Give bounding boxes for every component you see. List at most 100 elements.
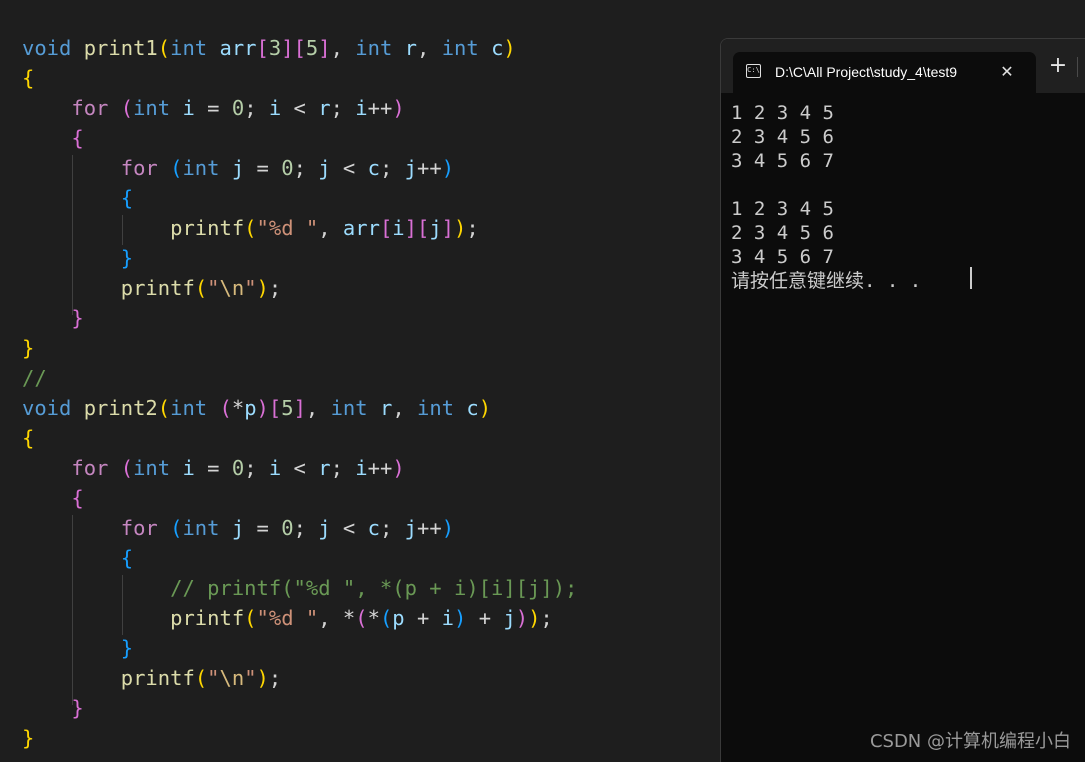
code-token: ( bbox=[120, 96, 134, 120]
code-token: [ bbox=[416, 216, 430, 240]
code-token: c bbox=[367, 156, 380, 180]
code-token: printf bbox=[170, 216, 245, 240]
code-token: } bbox=[120, 636, 134, 660]
code-token: ] bbox=[441, 216, 455, 240]
code-token: print1 bbox=[83, 36, 158, 60]
code-token: i bbox=[392, 216, 405, 240]
code-line: for (int i = 0; i < r; i++) bbox=[22, 93, 405, 123]
code-token: c bbox=[491, 36, 504, 60]
output-line: 1 2 3 4 5 bbox=[731, 198, 834, 220]
code-line: for (int j = 0; j < c; j++) bbox=[22, 153, 454, 183]
code-token: j bbox=[503, 606, 516, 630]
code-token: ) bbox=[478, 396, 492, 420]
code-token: { bbox=[22, 426, 35, 450]
code-token: , bbox=[330, 36, 356, 60]
code-line: { bbox=[22, 123, 83, 153]
code-token: , bbox=[305, 396, 331, 420]
code-token: ) bbox=[454, 216, 467, 240]
code-token: ; bbox=[379, 156, 405, 180]
code-token: < bbox=[330, 156, 368, 180]
close-tab-icon[interactable]: ✕ bbox=[995, 60, 1019, 84]
code-token: 0 bbox=[281, 516, 294, 540]
text-cursor bbox=[970, 267, 972, 289]
code-token: ) bbox=[392, 96, 405, 120]
code-token: * bbox=[367, 606, 380, 630]
code-token: ) bbox=[528, 606, 541, 630]
code-token: } bbox=[71, 696, 84, 720]
code-line: } bbox=[22, 723, 34, 753]
code-token: 5 bbox=[305, 36, 319, 60]
output-line: 3 4 5 6 7 bbox=[731, 150, 834, 172]
code-token: [ bbox=[268, 396, 282, 420]
code-token: ; bbox=[540, 606, 553, 630]
code-token: ( bbox=[194, 276, 208, 300]
terminal-window[interactable]: C:\ D:\C\All Project\study_4\test9 ✕ + 1… bbox=[720, 38, 1085, 762]
code-token: ; bbox=[379, 516, 405, 540]
code-token: int bbox=[441, 36, 479, 60]
code-token: " bbox=[207, 276, 220, 300]
code-token: ( bbox=[157, 36, 171, 60]
output-line: 2 3 4 5 6 bbox=[731, 126, 834, 148]
prompt-line: 请按任意键继续. . . bbox=[731, 270, 922, 292]
code-token: ] bbox=[281, 36, 294, 60]
code-token: = bbox=[244, 156, 282, 180]
code-token: { bbox=[22, 66, 35, 90]
code-line: // bbox=[22, 363, 47, 393]
code-line: printf("%d ", *(*(p + i) + j)); bbox=[22, 603, 553, 633]
code-token: int bbox=[170, 396, 208, 420]
code-editor[interactable]: void print1(int arr[3][5], int r, int c)… bbox=[0, 0, 720, 761]
code-token: void bbox=[22, 396, 72, 420]
code-token: i bbox=[182, 96, 195, 120]
terminal-tab[interactable]: C:\ D:\C\All Project\study_4\test9 ✕ bbox=[733, 52, 1036, 93]
code-token: , bbox=[318, 606, 343, 630]
code-token: + bbox=[404, 606, 442, 630]
code-line: void print2(int (*p)[5], int r, int c) bbox=[22, 393, 491, 423]
code-token: i bbox=[441, 606, 455, 630]
code-token: ( bbox=[170, 516, 183, 540]
code-token: for bbox=[120, 516, 158, 540]
command-prompt-icon: C:\ bbox=[746, 64, 761, 78]
code-token: [ bbox=[379, 216, 393, 240]
code-token: j bbox=[318, 516, 331, 540]
code-token: } bbox=[22, 726, 35, 750]
code-line: printf("\n"); bbox=[22, 273, 281, 303]
code-token: c bbox=[367, 516, 380, 540]
code-token: i bbox=[355, 456, 368, 480]
code-token: ; bbox=[330, 456, 356, 480]
new-tab-icon[interactable]: + bbox=[1046, 54, 1070, 78]
code-token: } bbox=[120, 246, 134, 270]
code-token: 0 bbox=[281, 156, 294, 180]
code-token: i bbox=[182, 456, 195, 480]
code-token: ] bbox=[318, 36, 331, 60]
code-token: = bbox=[194, 96, 232, 120]
code-token: j bbox=[318, 156, 331, 180]
code-line: for (int i = 0; i < r; i++) bbox=[22, 453, 404, 483]
code-token: void bbox=[22, 36, 72, 60]
code-line: printf("%d ", arr[i][j]); bbox=[22, 213, 479, 243]
code-line: // printf("%d ", *(p + i)[i][j]); bbox=[22, 573, 577, 603]
code-line: { bbox=[22, 483, 83, 513]
code-token: ++ bbox=[417, 516, 442, 540]
code-token: // bbox=[22, 366, 47, 390]
code-line: printf("\n"); bbox=[22, 663, 281, 693]
code-token: 5 bbox=[281, 396, 294, 420]
code-token: < bbox=[281, 96, 319, 120]
code-token: ; bbox=[244, 456, 269, 480]
code-token: arr bbox=[342, 216, 380, 240]
code-token: r bbox=[318, 96, 331, 120]
code-token: int bbox=[170, 36, 208, 60]
